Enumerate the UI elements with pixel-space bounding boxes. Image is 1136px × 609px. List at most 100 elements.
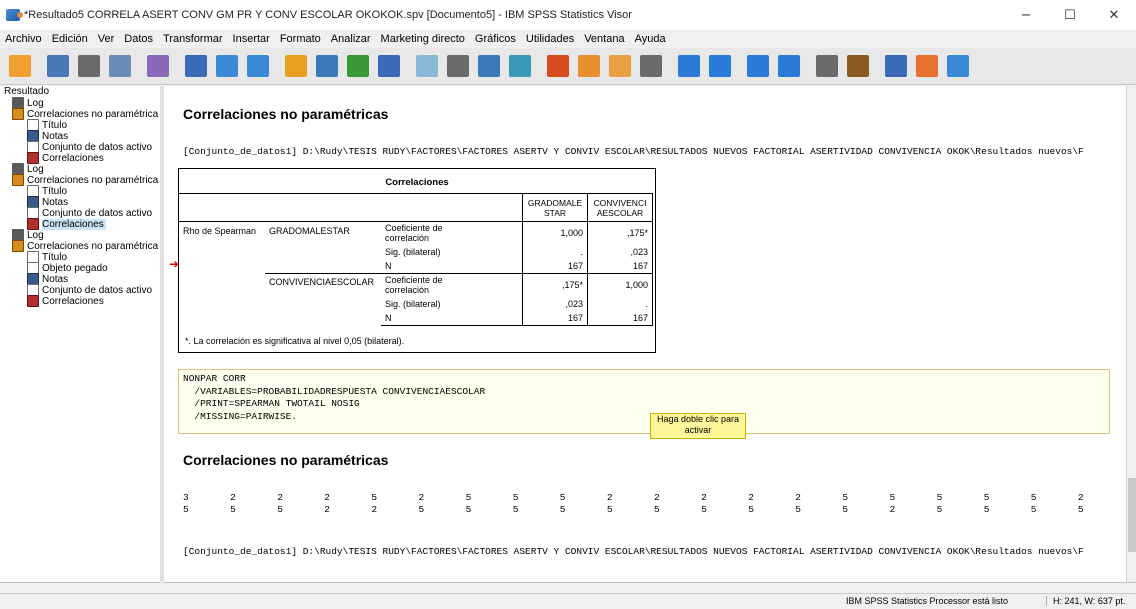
insert-text-icon[interactable] bbox=[609, 55, 631, 77]
outline-item-label: Correlaciones bbox=[42, 295, 104, 307]
outline-item-label: Log bbox=[27, 163, 44, 175]
expand-icon[interactable] bbox=[747, 55, 769, 77]
vertical-scrollbar[interactable] bbox=[1126, 86, 1136, 582]
cell: . bbox=[587, 295, 653, 312]
collapse-icon[interactable] bbox=[778, 55, 800, 77]
menu-utilidades[interactable]: Utilidades bbox=[521, 33, 579, 45]
value-cell: 5 bbox=[1077, 504, 1084, 515]
goto-variable-icon[interactable] bbox=[316, 55, 338, 77]
value-cell: 5 bbox=[889, 492, 896, 503]
undo-icon[interactable] bbox=[216, 55, 238, 77]
value-cell: 5 bbox=[936, 504, 943, 515]
export-icon[interactable] bbox=[147, 55, 169, 77]
recall-dialog-icon[interactable] bbox=[185, 55, 207, 77]
variables-icon[interactable] bbox=[347, 55, 369, 77]
outline-item-label: Conjunto de datos activo bbox=[42, 141, 153, 153]
value-cell: 5 bbox=[230, 504, 236, 515]
value-cell: 2 bbox=[277, 492, 283, 503]
toolbar bbox=[0, 48, 1136, 85]
print-preview-icon[interactable] bbox=[109, 55, 131, 77]
value-cell: 5 bbox=[983, 504, 990, 515]
group-icon bbox=[12, 174, 24, 186]
cell: . bbox=[522, 243, 588, 260]
show-icon[interactable] bbox=[816, 55, 838, 77]
value-cell: 2 bbox=[1077, 492, 1084, 503]
goto-case-icon[interactable] bbox=[285, 55, 307, 77]
menu-transformar[interactable]: Transformar bbox=[158, 33, 228, 45]
stat-label: Coeficiente de correlación bbox=[385, 222, 443, 243]
insert-text-file-icon[interactable] bbox=[947, 55, 969, 77]
menu-marketing-directo[interactable]: Marketing directo bbox=[376, 33, 470, 45]
insert-page-icon[interactable] bbox=[916, 55, 938, 77]
outline-item-label: Log bbox=[27, 229, 44, 241]
row-header-rho: Rho de Spearman bbox=[183, 226, 257, 236]
stat-label: Sig. (bilateral) bbox=[385, 298, 441, 309]
activate-tooltip: Haga doble clic para activar bbox=[650, 413, 746, 439]
dataset-line-2: [Conjunto_de_datos1] D:\Rudy\TESIS RUDY\… bbox=[183, 546, 1084, 557]
hide-outline-icon[interactable] bbox=[847, 55, 869, 77]
hide-icon[interactable] bbox=[447, 55, 469, 77]
value-cell: 5 bbox=[559, 504, 566, 515]
value-cell: 3 bbox=[183, 492, 189, 503]
outline-item-label: Conjunto de datos activo bbox=[42, 207, 153, 219]
cell: 1,000 bbox=[522, 221, 588, 244]
menu-ver[interactable]: Ver bbox=[93, 33, 120, 45]
output-horizontal-scrollbar[interactable] bbox=[164, 582, 1136, 593]
outline-item-label: Objeto pegado bbox=[42, 262, 108, 274]
menu-formato[interactable]: Formato bbox=[275, 33, 326, 45]
menu-archivo[interactable]: Archivo bbox=[0, 33, 47, 45]
syntax-log-box[interactable]: NONPAR CORR /VARIABLES=PROBABILIDADRESPU… bbox=[178, 369, 1110, 434]
outline-item-label: Correlaciones bbox=[42, 152, 104, 164]
status-bar: IBM SPSS Statistics Processor está listo… bbox=[0, 593, 1136, 609]
close-button[interactable]: ✕ bbox=[1092, 0, 1136, 30]
menu-ventana[interactable]: Ventana bbox=[579, 33, 629, 45]
row-header-var2: CONVIVENCIAESCOLAR bbox=[265, 273, 381, 326]
menu-analizar[interactable]: Analizar bbox=[326, 33, 376, 45]
cell: ,175* bbox=[522, 273, 588, 296]
syntax-text: NONPAR CORR /VARIABLES=PROBABILIDADRESPU… bbox=[183, 373, 485, 423]
maximize-button[interactable]: ☐ bbox=[1048, 0, 1092, 30]
menu-edición[interactable]: Edición bbox=[47, 33, 93, 45]
group-icon bbox=[12, 108, 24, 120]
value-cell: 5 bbox=[465, 504, 472, 515]
forward-icon[interactable] bbox=[709, 55, 731, 77]
outline-item-label: Notas bbox=[42, 273, 69, 285]
title-bar: *Resultado5 CORRELA ASERT CONV GM PR Y C… bbox=[0, 0, 1136, 30]
menu-gráficos[interactable]: Gráficos bbox=[470, 33, 521, 45]
value-cell: 5 bbox=[701, 504, 707, 515]
show-all-icon[interactable] bbox=[416, 55, 438, 77]
value-cell: 5 bbox=[795, 504, 801, 515]
section-heading-2: Correlaciones no paramétricas bbox=[183, 452, 389, 468]
designate-window-icon[interactable] bbox=[640, 55, 662, 77]
value-cell: 5 bbox=[983, 492, 990, 503]
select-last-icon[interactable] bbox=[509, 55, 531, 77]
value-cell: 2 bbox=[701, 492, 707, 503]
correlations-pivot-table[interactable]: Correlaciones GRADOMALE STAR CONVIVENCI … bbox=[178, 168, 656, 353]
back-icon[interactable] bbox=[678, 55, 700, 77]
print-icon[interactable] bbox=[78, 55, 100, 77]
group-icon bbox=[12, 240, 24, 252]
value-cell: 2 bbox=[654, 492, 660, 503]
outline-item[interactable]: Correlaciones bbox=[27, 295, 104, 307]
insert-chart-icon[interactable] bbox=[378, 55, 400, 77]
value-cell: 5 bbox=[1030, 492, 1037, 503]
open-folder-icon[interactable] bbox=[9, 55, 31, 77]
insert-new-icon[interactable] bbox=[885, 55, 907, 77]
menu-ayuda[interactable]: Ayuda bbox=[630, 33, 671, 45]
value-cell: 5 bbox=[183, 504, 189, 515]
outline-horizontal-scrollbar[interactable] bbox=[0, 582, 160, 593]
outline-item-label: Título bbox=[42, 185, 68, 197]
select-all-icon[interactable] bbox=[478, 55, 500, 77]
insert-title-icon[interactable] bbox=[578, 55, 600, 77]
pivot-footnote: *. La correlación es significativa al ni… bbox=[185, 336, 405, 346]
column-header-gradomalestar: GRADOMALE STAR bbox=[522, 193, 588, 222]
scroll-thumb[interactable] bbox=[1128, 478, 1136, 552]
outline-root[interactable]: Resultado bbox=[4, 86, 49, 97]
minimize-button[interactable]: − bbox=[1004, 0, 1048, 30]
menu-insertar[interactable]: Insertar bbox=[228, 33, 275, 45]
insert-heading-icon[interactable] bbox=[547, 55, 569, 77]
redo-icon[interactable] bbox=[247, 55, 269, 77]
save-icon[interactable] bbox=[47, 55, 69, 77]
stat-label: Sig. (bilateral) bbox=[385, 246, 441, 257]
menu-datos[interactable]: Datos bbox=[119, 33, 158, 45]
